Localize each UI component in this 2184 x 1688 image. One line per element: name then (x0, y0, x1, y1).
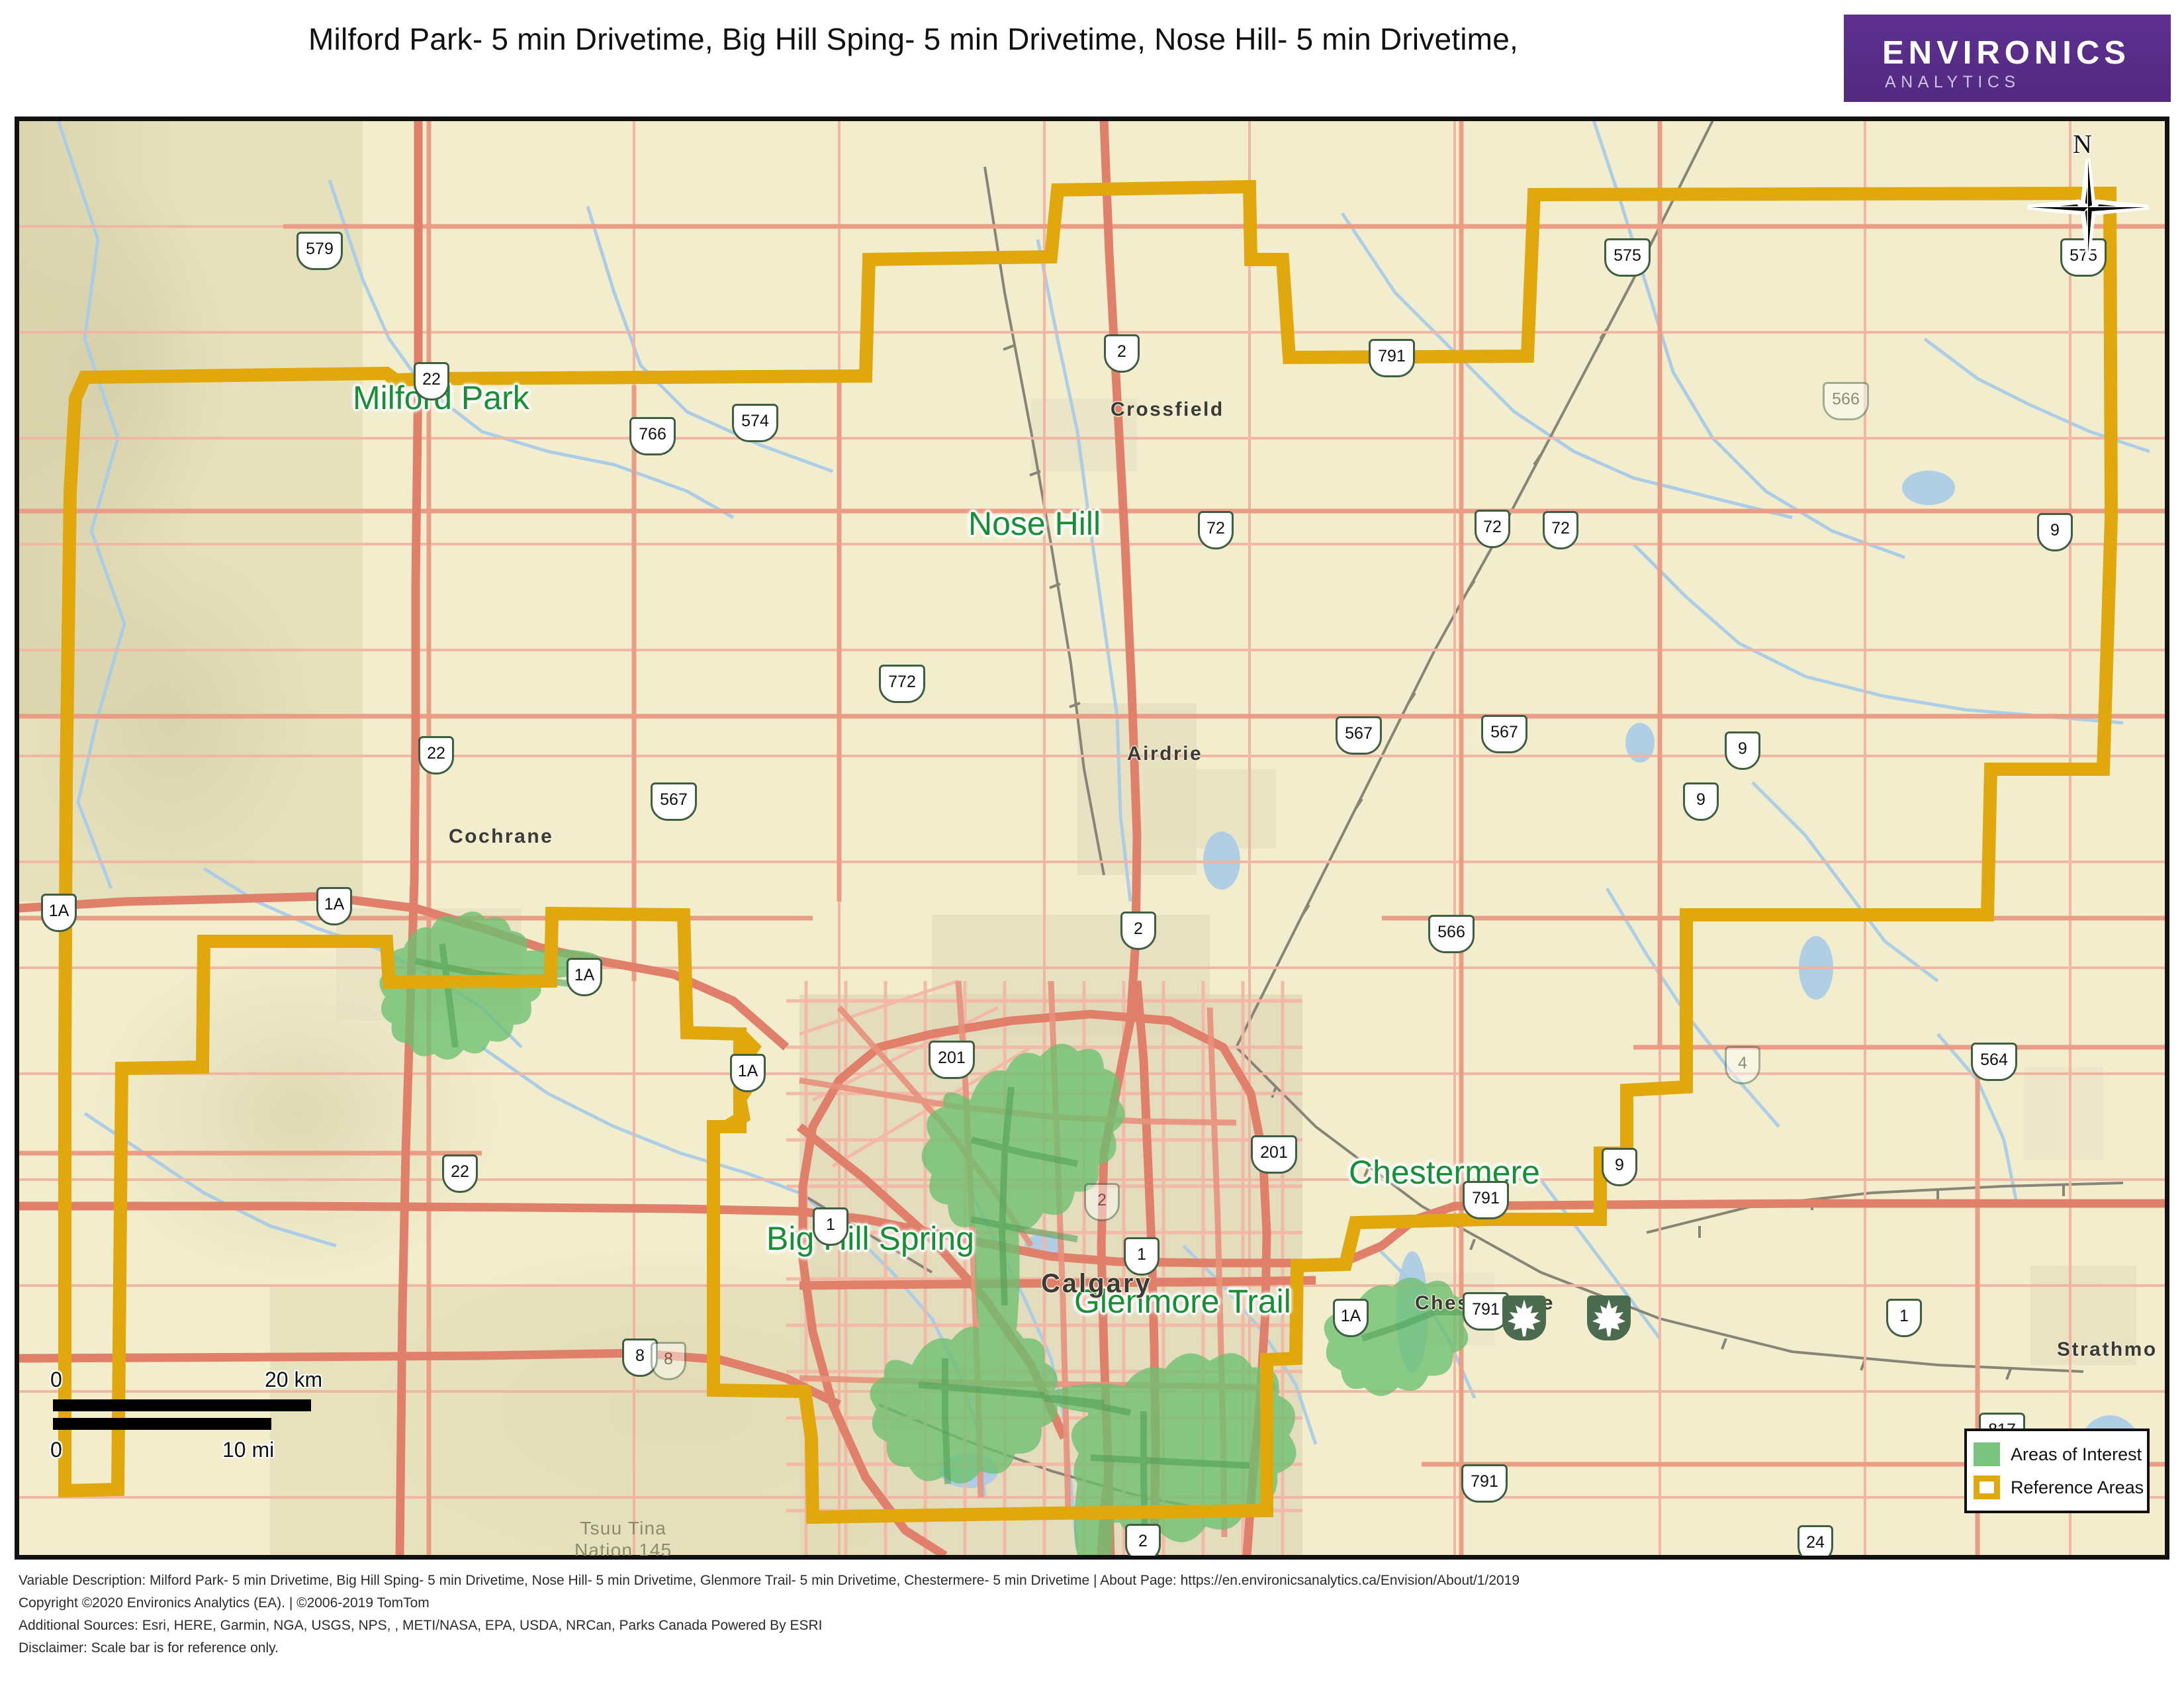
scale-km-max-label: 20 km (265, 1368, 323, 1391)
legend-swatch-areas-of-interest (1974, 1442, 2000, 1466)
footer-disclaimer: Disclaimer: Scale bar is for reference o… (19, 1640, 279, 1656)
scale-mi-max-label: 10 mi (222, 1438, 275, 1462)
footer-variable-description: Variable Description: Milford Park- 5 mi… (19, 1573, 1520, 1588)
page-header: Milford Park- 5 min Drivetime, Big Hill … (0, 0, 2184, 117)
page-footer: Variable Description: Milford Park- 5 mi… (0, 1570, 2184, 1688)
scale-bar: 0 20 km 0 10 mi (45, 1358, 336, 1477)
map-frame[interactable]: Milford Park Nose Hill Big Hill Spring G… (15, 117, 2169, 1560)
scale-mi-min-label: 0 (50, 1438, 62, 1462)
footer-additional-sources: Additional Sources: Esri, HERE, Garmin, … (19, 1618, 823, 1633)
map-canvas[interactable]: Milford Park Nose Hill Big Hill Spring G… (19, 120, 2165, 1556)
legend-item-areas-of-interest: Areas of Interest (1974, 1439, 2142, 1470)
environics-analytics-logo: ENVIRONICS ANALYTICS (1844, 15, 2171, 102)
legend-swatch-reference-areas (1974, 1476, 2000, 1499)
scale-mi-bar (53, 1418, 271, 1430)
legend-label-areas-of-interest: Areas of Interest (2011, 1444, 2142, 1464)
map-basemap-svg (19, 120, 2165, 1556)
footer-copyright: Copyright ©2020 Environics Analytics (EA… (19, 1595, 430, 1611)
logo-secondary-text: ANALYTICS (1885, 73, 2021, 91)
map-legend: Areas of Interest Reference Areas (1964, 1429, 2150, 1513)
legend-item-reference-areas: Reference Areas (1974, 1472, 2144, 1503)
page-title: Milford Park- 5 min Drivetime, Big Hill … (308, 22, 1518, 56)
scale-km-min-label: 0 (50, 1368, 62, 1391)
logo-primary-text: ENVIRONICS (1882, 35, 2130, 71)
legend-label-reference-areas: Reference Areas (2011, 1477, 2144, 1497)
scale-km-bar (53, 1399, 311, 1411)
